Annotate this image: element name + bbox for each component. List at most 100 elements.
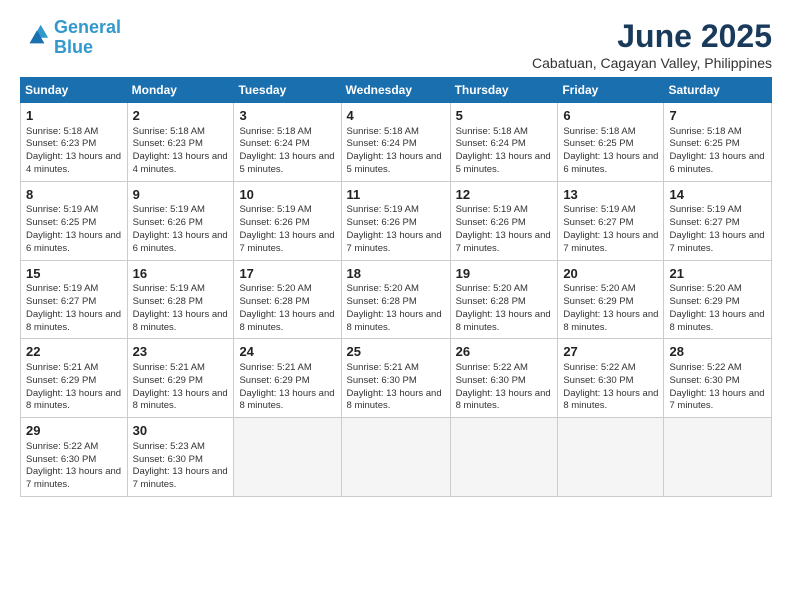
- calendar-week-row: 1Sunrise: 5:18 AMSunset: 6:23 PMDaylight…: [21, 103, 772, 182]
- day-number: 14: [669, 186, 766, 204]
- day-detail: Sunrise: 5:22 AMSunset: 6:30 PMDaylight:…: [563, 362, 658, 413]
- day-number: 30: [133, 422, 229, 440]
- calendar: Sunday Monday Tuesday Wednesday Thursday…: [20, 77, 772, 497]
- table-row: 28Sunrise: 5:22 AMSunset: 6:30 PMDayligh…: [664, 339, 772, 418]
- calendar-week-row: 29Sunrise: 5:22 AMSunset: 6:30 PMDayligh…: [21, 418, 772, 497]
- day-number: 22: [26, 343, 122, 361]
- day-number: 16: [133, 265, 229, 283]
- table-row: [234, 418, 341, 497]
- col-thursday: Thursday: [450, 78, 558, 103]
- table-row: 10Sunrise: 5:19 AMSunset: 6:26 PMDayligh…: [234, 181, 341, 260]
- table-row: 1Sunrise: 5:18 AMSunset: 6:23 PMDaylight…: [21, 103, 128, 182]
- col-wednesday: Wednesday: [341, 78, 450, 103]
- col-monday: Monday: [127, 78, 234, 103]
- day-number: 2: [133, 107, 229, 125]
- table-row: 17Sunrise: 5:20 AMSunset: 6:28 PMDayligh…: [234, 260, 341, 339]
- day-detail: Sunrise: 5:18 AMSunset: 6:25 PMDaylight:…: [563, 126, 658, 177]
- day-number: 23: [133, 343, 229, 361]
- day-detail: Sunrise: 5:18 AMSunset: 6:23 PMDaylight:…: [133, 126, 229, 177]
- day-number: 29: [26, 422, 122, 440]
- table-row: 25Sunrise: 5:21 AMSunset: 6:30 PMDayligh…: [341, 339, 450, 418]
- day-detail: Sunrise: 5:22 AMSunset: 6:30 PMDaylight:…: [456, 362, 553, 413]
- day-number: 12: [456, 186, 553, 204]
- table-row: 20Sunrise: 5:20 AMSunset: 6:29 PMDayligh…: [558, 260, 664, 339]
- day-detail: Sunrise: 5:19 AMSunset: 6:27 PMDaylight:…: [26, 283, 122, 334]
- title-area: June 2025 Cabatuan, Cagayan Valley, Phil…: [532, 18, 772, 71]
- header: General Blue June 2025 Cabatuan, Cagayan…: [20, 18, 772, 71]
- table-row: [558, 418, 664, 497]
- table-row: 22Sunrise: 5:21 AMSunset: 6:29 PMDayligh…: [21, 339, 128, 418]
- day-detail: Sunrise: 5:23 AMSunset: 6:30 PMDaylight:…: [133, 441, 229, 492]
- day-number: 20: [563, 265, 658, 283]
- table-row: [450, 418, 558, 497]
- day-number: 28: [669, 343, 766, 361]
- table-row: 12Sunrise: 5:19 AMSunset: 6:26 PMDayligh…: [450, 181, 558, 260]
- day-number: 11: [347, 186, 445, 204]
- day-number: 18: [347, 265, 445, 283]
- day-number: 21: [669, 265, 766, 283]
- table-row: 16Sunrise: 5:19 AMSunset: 6:28 PMDayligh…: [127, 260, 234, 339]
- table-row: 30Sunrise: 5:23 AMSunset: 6:30 PMDayligh…: [127, 418, 234, 497]
- calendar-week-row: 22Sunrise: 5:21 AMSunset: 6:29 PMDayligh…: [21, 339, 772, 418]
- page: General Blue June 2025 Cabatuan, Cagayan…: [0, 0, 792, 612]
- logo-icon: [22, 21, 50, 49]
- table-row: 7Sunrise: 5:18 AMSunset: 6:25 PMDaylight…: [664, 103, 772, 182]
- day-detail: Sunrise: 5:20 AMSunset: 6:28 PMDaylight:…: [456, 283, 553, 334]
- table-row: 29Sunrise: 5:22 AMSunset: 6:30 PMDayligh…: [21, 418, 128, 497]
- day-detail: Sunrise: 5:21 AMSunset: 6:29 PMDaylight:…: [133, 362, 229, 413]
- day-number: 1: [26, 107, 122, 125]
- table-row: 8Sunrise: 5:19 AMSunset: 6:25 PMDaylight…: [21, 181, 128, 260]
- logo-text-line2: Blue: [54, 38, 121, 58]
- col-tuesday: Tuesday: [234, 78, 341, 103]
- day-detail: Sunrise: 5:19 AMSunset: 6:26 PMDaylight:…: [456, 204, 553, 255]
- day-number: 19: [456, 265, 553, 283]
- day-number: 25: [347, 343, 445, 361]
- day-detail: Sunrise: 5:21 AMSunset: 6:29 PMDaylight:…: [239, 362, 335, 413]
- day-detail: Sunrise: 5:18 AMSunset: 6:25 PMDaylight:…: [669, 126, 766, 177]
- calendar-header-row: Sunday Monday Tuesday Wednesday Thursday…: [21, 78, 772, 103]
- day-number: 17: [239, 265, 335, 283]
- day-detail: Sunrise: 5:18 AMSunset: 6:24 PMDaylight:…: [456, 126, 553, 177]
- day-detail: Sunrise: 5:21 AMSunset: 6:29 PMDaylight:…: [26, 362, 122, 413]
- day-number: 5: [456, 107, 553, 125]
- table-row: 14Sunrise: 5:19 AMSunset: 6:27 PMDayligh…: [664, 181, 772, 260]
- day-detail: Sunrise: 5:18 AMSunset: 6:23 PMDaylight:…: [26, 126, 122, 177]
- day-number: 9: [133, 186, 229, 204]
- day-detail: Sunrise: 5:18 AMSunset: 6:24 PMDaylight:…: [347, 126, 445, 177]
- day-number: 24: [239, 343, 335, 361]
- table-row: 21Sunrise: 5:20 AMSunset: 6:29 PMDayligh…: [664, 260, 772, 339]
- day-detail: Sunrise: 5:22 AMSunset: 6:30 PMDaylight:…: [26, 441, 122, 492]
- day-detail: Sunrise: 5:20 AMSunset: 6:29 PMDaylight:…: [563, 283, 658, 334]
- day-number: 3: [239, 107, 335, 125]
- col-friday: Friday: [558, 78, 664, 103]
- logo-text-line1: General: [54, 18, 121, 38]
- location-title: Cabatuan, Cagayan Valley, Philippines: [532, 55, 772, 71]
- day-detail: Sunrise: 5:19 AMSunset: 6:27 PMDaylight:…: [669, 204, 766, 255]
- day-number: 15: [26, 265, 122, 283]
- day-detail: Sunrise: 5:21 AMSunset: 6:30 PMDaylight:…: [347, 362, 445, 413]
- day-detail: Sunrise: 5:20 AMSunset: 6:29 PMDaylight:…: [669, 283, 766, 334]
- day-number: 6: [563, 107, 658, 125]
- day-number: 26: [456, 343, 553, 361]
- day-detail: Sunrise: 5:22 AMSunset: 6:30 PMDaylight:…: [669, 362, 766, 413]
- table-row: 5Sunrise: 5:18 AMSunset: 6:24 PMDaylight…: [450, 103, 558, 182]
- table-row: 13Sunrise: 5:19 AMSunset: 6:27 PMDayligh…: [558, 181, 664, 260]
- day-detail: Sunrise: 5:18 AMSunset: 6:24 PMDaylight:…: [239, 126, 335, 177]
- col-sunday: Sunday: [21, 78, 128, 103]
- table-row: 18Sunrise: 5:20 AMSunset: 6:28 PMDayligh…: [341, 260, 450, 339]
- day-number: 13: [563, 186, 658, 204]
- table-row: 11Sunrise: 5:19 AMSunset: 6:26 PMDayligh…: [341, 181, 450, 260]
- table-row: 3Sunrise: 5:18 AMSunset: 6:24 PMDaylight…: [234, 103, 341, 182]
- table-row: [341, 418, 450, 497]
- table-row: 15Sunrise: 5:19 AMSunset: 6:27 PMDayligh…: [21, 260, 128, 339]
- day-detail: Sunrise: 5:20 AMSunset: 6:28 PMDaylight:…: [347, 283, 445, 334]
- table-row: 23Sunrise: 5:21 AMSunset: 6:29 PMDayligh…: [127, 339, 234, 418]
- month-title: June 2025: [532, 18, 772, 55]
- table-row: [664, 418, 772, 497]
- day-detail: Sunrise: 5:19 AMSunset: 6:28 PMDaylight:…: [133, 283, 229, 334]
- table-row: 2Sunrise: 5:18 AMSunset: 6:23 PMDaylight…: [127, 103, 234, 182]
- day-number: 8: [26, 186, 122, 204]
- col-saturday: Saturday: [664, 78, 772, 103]
- table-row: 9Sunrise: 5:19 AMSunset: 6:26 PMDaylight…: [127, 181, 234, 260]
- day-detail: Sunrise: 5:20 AMSunset: 6:28 PMDaylight:…: [239, 283, 335, 334]
